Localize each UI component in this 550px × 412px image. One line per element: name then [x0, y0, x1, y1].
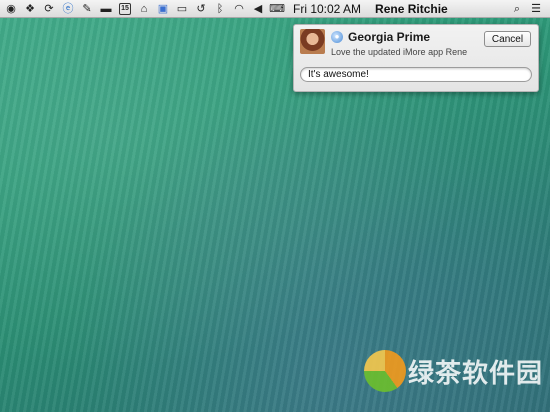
menubar-clock[interactable]: Fri 10:02 AM: [293, 2, 361, 16]
search-icon[interactable]: ⌕: [511, 3, 523, 15]
shield-icon[interactable]: ▣: [157, 3, 169, 15]
wifi-icon[interactable]: ◠: [233, 3, 245, 15]
watermark: 绿茶软件园: [364, 350, 543, 392]
messages-app-icon: ●: [331, 31, 343, 43]
home-icon[interactable]: ⌂: [138, 3, 150, 15]
wrench-icon[interactable]: ✎: [81, 3, 93, 15]
airplay-icon[interactable]: ▭: [176, 3, 188, 15]
volume-icon[interactable]: ◀: [252, 3, 264, 15]
reply-input[interactable]: It's awesome!: [300, 67, 532, 82]
watermark-text: 绿茶软件园: [408, 357, 544, 388]
notification-sender: Georgia Prime: [348, 30, 431, 44]
menu-bar: ◉ ❖ ⟳ ⓔ ✎ ▬ 15 ⌂ ▣ ▭ ↺ ᛒ ◠ ◀ ⌨ Fri 10:02…: [0, 0, 550, 18]
menubar-user[interactable]: Rene Ritchie: [375, 2, 448, 16]
chat-icon[interactable]: ▬: [100, 3, 112, 15]
app-circle-icon[interactable]: ◉: [5, 3, 17, 15]
cancel-button[interactable]: Cancel: [484, 31, 531, 47]
notification-message: Love the updated iMore app Rene: [331, 47, 468, 57]
watermark-logo: [364, 350, 406, 392]
dropbox-icon[interactable]: ❖: [24, 3, 36, 15]
bluetooth-icon[interactable]: ᛒ: [214, 3, 226, 15]
calendar-icon[interactable]: 15: [119, 2, 131, 15]
avatar: [300, 29, 325, 54]
keyboard-icon[interactable]: ⌨: [269, 3, 285, 15]
notification-center-icon[interactable]: ☰: [530, 3, 542, 15]
sync-icon[interactable]: ⟳: [43, 3, 55, 15]
ie-icon[interactable]: ⓔ: [62, 3, 74, 15]
notification-banner: ● Georgia Prime Love the updated iMore a…: [293, 24, 539, 92]
time-machine-icon[interactable]: ↺: [195, 3, 207, 15]
